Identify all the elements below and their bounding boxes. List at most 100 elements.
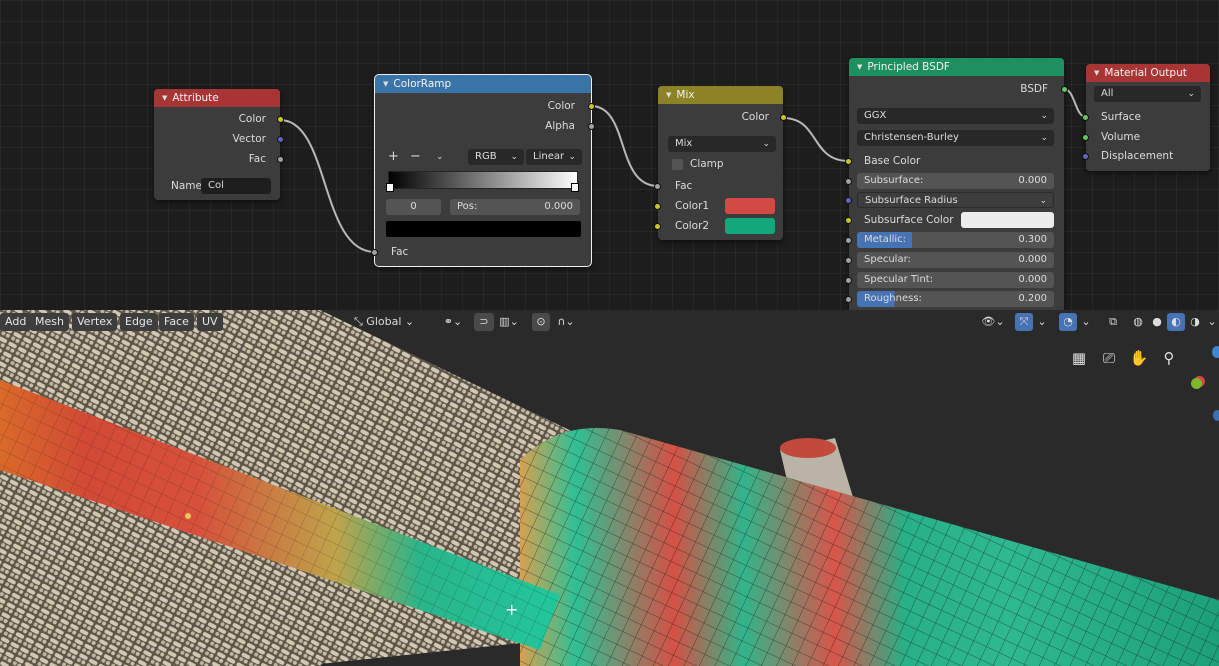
- specular-tint-socket[interactable]: [845, 277, 852, 284]
- active-stop-index[interactable]: 0: [386, 199, 441, 215]
- color2-swatch[interactable]: [725, 218, 775, 234]
- stop-color-swatch[interactable]: [386, 221, 581, 237]
- collapse-icon[interactable]: ▼: [162, 89, 167, 107]
- field-value: 0.000: [1018, 175, 1047, 186]
- principled-bsdf-node[interactable]: ▼ Principled BSDF BSDF GGX ⌄ Christensen-B…: [845, 58, 1068, 310]
- remove-stop-button[interactable]: −: [410, 149, 421, 165]
- attribute-node[interactable]: ▼ Attribute Color Vector Fac Name Col: [154, 89, 284, 200]
- sss-color-socket[interactable]: [845, 217, 852, 224]
- gizmo-x-axis[interactable]: [1213, 410, 1219, 421]
- gizmo-z-axis[interactable]: [1212, 346, 1219, 358]
- output-vector-socket[interactable]: [277, 136, 284, 143]
- subsurface-socket[interactable]: [845, 178, 852, 185]
- material-shading-icon[interactable]: ◐: [1167, 313, 1185, 331]
- color-ramp-gradient[interactable]: [388, 171, 578, 189]
- subsurface-field[interactable]: Subsurface: 0.000: [857, 173, 1054, 189]
- output-color-socket[interactable]: [780, 114, 787, 121]
- specials-menu-chevron-icon[interactable]: ⌄: [436, 149, 444, 165]
- node-title: Mix: [676, 89, 695, 101]
- snap-target-icon[interactable]: ▥⌄: [496, 313, 522, 331]
- roughness-socket[interactable]: [845, 296, 852, 303]
- sss-method-dropdown[interactable]: Christensen-Burley ⌄: [857, 130, 1054, 146]
- color1-swatch[interactable]: [725, 198, 775, 214]
- menu-edge[interactable]: Edge: [120, 313, 158, 331]
- stop-position-field[interactable]: Pos: 0.000: [450, 199, 580, 215]
- rendered-shading-icon[interactable]: ◑: [1186, 313, 1204, 331]
- input-surface-socket[interactable]: [1082, 114, 1089, 121]
- menu-mesh[interactable]: Mesh: [30, 313, 69, 331]
- input-fac-socket[interactable]: [371, 249, 378, 256]
- clamp-checkbox[interactable]: [672, 159, 683, 170]
- output-fac-label: Fac: [248, 153, 266, 165]
- chevron-down-icon: ⌄: [762, 139, 770, 149]
- output-node-header[interactable]: ▼ Material Output: [1086, 64, 1210, 82]
- input-color2-socket[interactable]: [654, 223, 661, 230]
- xray-icon[interactable]: ⧉: [1104, 313, 1122, 331]
- pivot-icon[interactable]: ⚭⌄: [440, 313, 466, 331]
- blend-type-dropdown[interactable]: Mix ⌄: [668, 136, 776, 152]
- output-bsdf-label: BSDF: [1020, 83, 1048, 95]
- mix-node-header[interactable]: ▼ Mix: [658, 86, 783, 104]
- output-alpha-socket[interactable]: [588, 123, 595, 130]
- gizmo-y-axis[interactable]: [1191, 378, 1202, 389]
- collapse-icon[interactable]: ▼: [666, 86, 671, 104]
- wireframe-shading-icon[interactable]: ◍: [1129, 313, 1147, 331]
- menu-face[interactable]: Face: [159, 313, 194, 331]
- add-stop-button[interactable]: +: [388, 149, 399, 165]
- metallic-field[interactable]: Metallic: 0.300: [857, 232, 1054, 248]
- input-color1-socket[interactable]: [654, 203, 661, 210]
- specular-field[interactable]: Specular: 0.000: [857, 252, 1054, 268]
- proportional-edit-icon[interactable]: ⊙: [532, 313, 550, 331]
- menu-vertex[interactable]: Vertex: [72, 313, 118, 331]
- collapse-icon[interactable]: ▼: [857, 58, 862, 76]
- mix-node[interactable]: ▼ Mix Color Mix ⌄ Clamp Fac Color1 Color2: [654, 86, 787, 240]
- snap-icon[interactable]: ⊃: [474, 313, 494, 331]
- gizmo-icon[interactable]: ⤧: [1015, 313, 1033, 331]
- output-fac-socket[interactable]: [277, 156, 284, 163]
- output-color-socket[interactable]: [588, 103, 595, 110]
- sss-radius-dropdown[interactable]: Subsurface Radius ⌄: [857, 192, 1054, 208]
- overlay-icon[interactable]: ◔: [1059, 313, 1077, 331]
- chevron-down-icon[interactable]: ⌄: [1079, 313, 1093, 331]
- metallic-socket[interactable]: [845, 237, 852, 244]
- falloff-icon[interactable]: ∩⌄: [552, 313, 580, 331]
- specular-socket[interactable]: [845, 257, 852, 264]
- collapse-icon[interactable]: ▼: [383, 75, 388, 93]
- transform-orientation-dropdown[interactable]: ⤡ Global ⌄: [354, 313, 434, 331]
- colorramp-node[interactable]: ▼ ColorRamp Color Alpha + − ⌄ RGB ⌄ Linear…: [371, 74, 595, 267]
- distribution-dropdown[interactable]: GGX ⌄: [857, 108, 1054, 124]
- collapse-icon[interactable]: ▼: [1094, 64, 1099, 82]
- shader-node-editor[interactable]: ▼ Attribute Color Vector Fac Name Col ▼ Co…: [0, 0, 1219, 310]
- specular-tint-field[interactable]: Specular Tint: 0.000: [857, 272, 1054, 288]
- ramp-stop-black[interactable]: [386, 183, 394, 192]
- attribute-node-header[interactable]: ▼ Attribute: [154, 89, 280, 107]
- menu-add[interactable]: Add: [0, 313, 32, 331]
- principled-node-header[interactable]: ▼ Principled BSDF: [849, 58, 1064, 76]
- input-fac-socket[interactable]: [654, 183, 661, 190]
- roughness-field[interactable]: Roughness: 0.200: [857, 291, 1054, 307]
- ramp-stop-white[interactable]: [571, 183, 579, 192]
- colorramp-node-header[interactable]: ▼ ColorRamp: [375, 75, 591, 93]
- 3d-viewport[interactable]: Add Mesh Vertex Edge Face UV ⤡ Global ⌄ …: [0, 310, 1219, 666]
- visibility-icon[interactable]: 👁⌄: [978, 313, 1008, 331]
- chevron-down-icon[interactable]: ⌄: [1205, 313, 1219, 331]
- sss-color-swatch[interactable]: [961, 212, 1054, 228]
- material-output-node[interactable]: ▼ Material Output All ⌄ Surface Volume Dis…: [1082, 64, 1210, 171]
- base-color-socket[interactable]: [845, 158, 852, 165]
- name-field[interactable]: Col: [201, 178, 271, 194]
- menu-uv[interactable]: UV: [197, 313, 223, 331]
- target-dropdown[interactable]: All ⌄: [1094, 86, 1201, 102]
- input-volume-socket[interactable]: [1082, 134, 1089, 141]
- solid-shading-icon[interactable]: ●: [1148, 313, 1166, 331]
- output-bsdf-socket[interactable]: [1061, 86, 1068, 93]
- zoom-icon[interactable]: ⚲: [1158, 348, 1180, 370]
- chevron-down-icon[interactable]: ⌄: [1035, 313, 1049, 331]
- camera-view-icon[interactable]: ⎚: [1098, 348, 1120, 370]
- grid-view-icon[interactable]: ▦: [1068, 348, 1090, 370]
- input-displacement-socket[interactable]: [1082, 153, 1089, 160]
- color-mode-dropdown[interactable]: RGB ⌄: [468, 149, 524, 165]
- sss-radius-socket[interactable]: [845, 197, 852, 204]
- hand-pan-icon[interactable]: ✋: [1128, 348, 1150, 370]
- output-color-socket[interactable]: [277, 116, 284, 123]
- interpolation-dropdown[interactable]: Linear ⌄: [526, 149, 582, 165]
